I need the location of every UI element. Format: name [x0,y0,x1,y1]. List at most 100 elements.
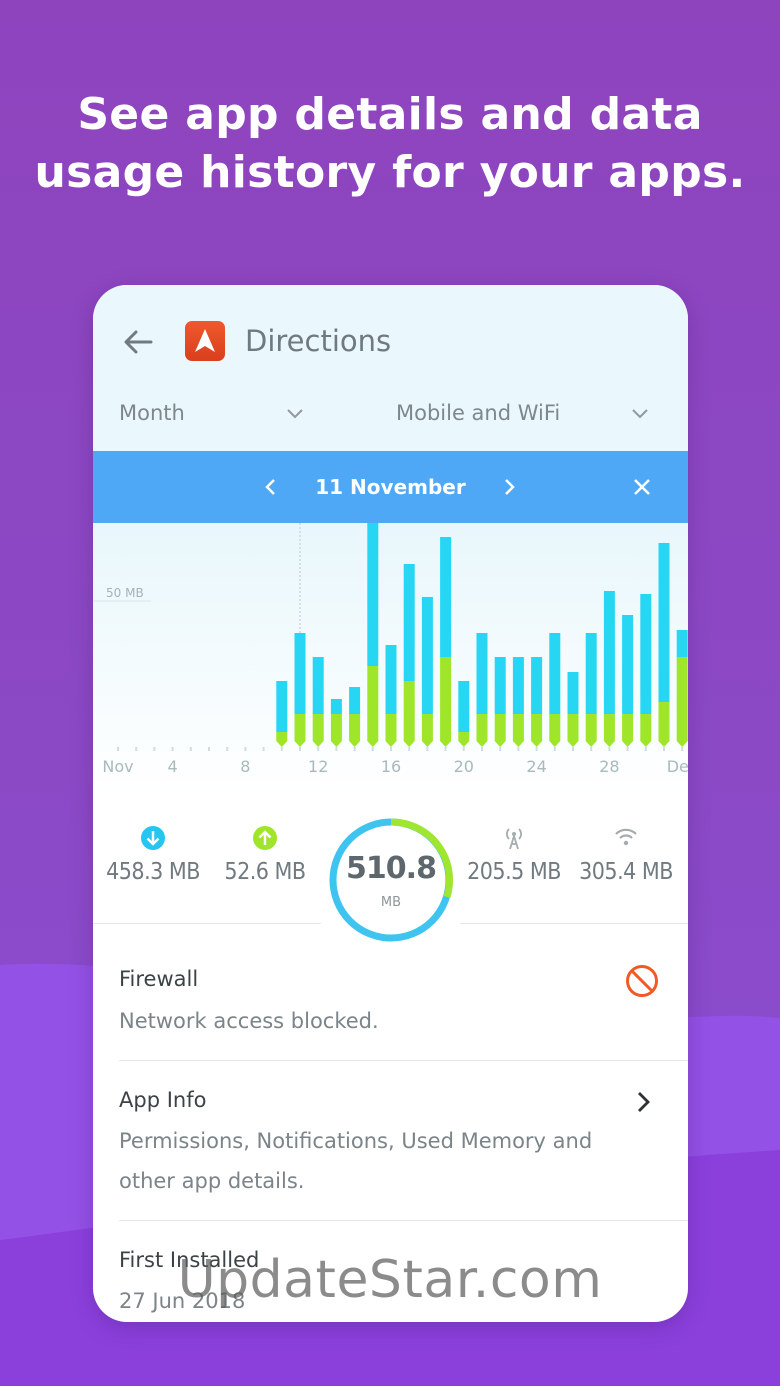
download-stat: 458.3 MB [98,825,208,885]
download-value: 458.3 MB [106,859,200,885]
bar-tip [640,741,652,747]
baseline-tick [572,747,574,751]
total-usage-ring: 510.8 MB [326,815,456,945]
total-usage-value: 510.8 [346,851,437,886]
baseline-tick [208,747,210,751]
bar-upload [385,714,397,741]
bar-download [349,687,361,714]
period-dropdown[interactable]: Month [119,397,309,429]
x-tick-label: 20 [454,757,474,776]
app-header: Directions Month Mobile and WiFi [93,285,688,451]
promo-line-2: usage history for your apps. [34,147,746,198]
bar-upload [622,714,634,741]
date-navigator: 11 November [93,451,688,523]
bar-tip [294,741,306,747]
bar-tip [385,741,397,747]
baseline-tick [317,747,320,751]
chevron-down-icon [632,409,648,419]
bar-tip [494,741,506,747]
x-tick-label: Dec [667,757,688,776]
bar-download [403,564,415,681]
blocked-icon[interactable] [624,963,660,999]
usage-chart-svg: 50 MB Nov 4 8 12 16 20 24 28 Dec [93,453,688,776]
baseline-tick [153,747,156,751]
summary-divider-right [460,923,688,924]
bar-tip [622,741,634,747]
bar-upload [330,714,342,741]
bar-download [476,633,488,714]
baseline-tick [517,747,520,751]
promo-headline: See app details and data usage history f… [0,86,780,202]
bar-upload [567,714,579,741]
bar-tip [367,741,379,747]
cell-tower-icon [506,828,522,850]
download-icon [141,826,165,850]
bar-tip [330,741,342,747]
bar-download [549,633,561,714]
bar-download [421,597,433,714]
baseline-tick [535,747,538,751]
x-tick-label: 8 [240,757,250,776]
baseline-tick [590,747,593,751]
usage-summary: 458.3 MB 52.6 MB 510.8 MB 205.5 MB 305.4… [93,795,688,942]
bar-upload [367,666,379,741]
upload-icon [253,826,277,850]
summary-divider-left [93,923,321,924]
baseline-tick [335,747,338,751]
usage-chart: 50 MB Nov 4 8 12 16 20 24 28 Dec [93,453,688,795]
period-dropdown-value: Month [119,401,185,425]
bar-download [603,591,615,714]
x-tick-label: 4 [168,757,178,776]
arrow-left-icon[interactable] [121,325,155,359]
bar-download [294,633,306,714]
bar-tip [349,741,361,747]
baseline-tick [626,747,629,751]
bar-upload [312,714,324,741]
firewall-title: Firewall [119,967,199,991]
app-title: Directions [245,324,392,358]
bar-tip [512,741,524,747]
bar-tip [276,741,288,747]
close-icon[interactable] [630,475,654,499]
bar-tip [676,741,688,747]
bar-download [640,594,652,714]
app-info-title: App Info [119,1088,207,1112]
row-divider [119,1060,688,1061]
bar-tip [658,741,670,747]
bar-upload [658,702,670,741]
bar-download [330,699,342,714]
baseline-tick [280,747,283,751]
x-tick-label: 28 [599,757,619,776]
chevron-right-icon[interactable] [497,475,521,499]
wifi-icon [615,828,637,846]
baseline-tick [189,747,192,751]
bar-download [567,672,579,714]
bar-tip [421,741,433,747]
bar-upload [494,714,506,741]
baseline-tick [299,747,301,751]
bar-tip [312,741,324,747]
bar-download [494,657,506,714]
chevron-right-icon[interactable] [631,1089,655,1115]
baseline-tick [262,747,265,751]
bar-download [512,657,524,714]
network-dropdown[interactable]: Mobile and WiFi [396,397,661,429]
bar-download [276,681,288,732]
bar-upload [676,657,688,741]
bar-upload [585,714,597,741]
app-info-subtitle-line-2: other app details. [119,1169,305,1193]
baseline-tick [371,747,374,751]
bar-upload [349,714,361,741]
row-divider [119,1220,688,1221]
baseline-tick [444,747,447,751]
network-dropdown-value: Mobile and WiFi [396,401,561,425]
total-usage-unit: MB [380,895,402,910]
baseline-tick [481,747,483,751]
bar-upload [294,714,306,741]
mobile-stat: 205.5 MB [459,825,569,885]
bar-upload [403,681,415,741]
baseline-tick [244,747,247,751]
upload-value: 52.6 MB [224,859,306,885]
x-tick-label: Nov [102,757,133,776]
bar-tip [440,741,452,747]
